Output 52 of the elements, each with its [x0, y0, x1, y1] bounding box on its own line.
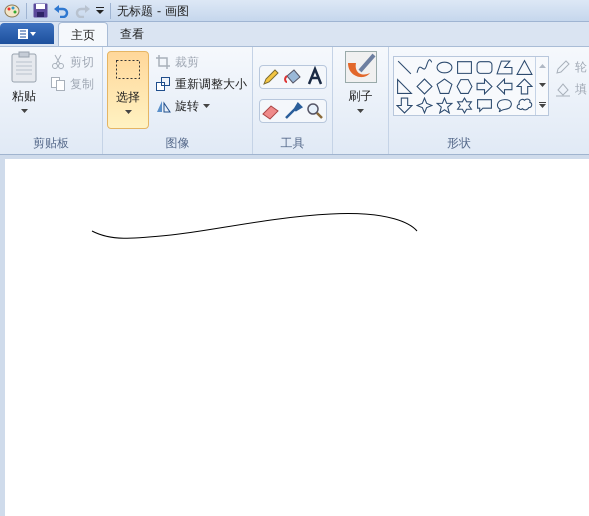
- ribbon-button[interactable]: 旋转: [153, 95, 249, 117]
- triangle-shape-icon[interactable]: [516, 59, 533, 76]
- four-point-star-shape-icon[interactable]: [416, 97, 433, 114]
- five-point-star-shape-icon[interactable]: [436, 97, 453, 114]
- caret-icon: [124, 110, 132, 114]
- window-title: 无标题 - 画图: [117, 2, 189, 20]
- crop-icon: [155, 54, 171, 70]
- caret-icon: [357, 109, 364, 113]
- right-arrow-shape-icon[interactable]: [476, 78, 493, 95]
- ribbon-tab[interactable]: 查看: [108, 22, 156, 46]
- expand-icon[interactable]: [538, 102, 546, 108]
- pencil-icon: [555, 59, 571, 75]
- rounded-rectangle-shape-icon[interactable]: [476, 59, 493, 76]
- file-menu-button[interactable]: [0, 23, 54, 44]
- undo-icon[interactable]: [54, 3, 69, 18]
- down-arrow-shape-icon[interactable]: [396, 97, 413, 114]
- caret-icon: [203, 104, 210, 108]
- copy-icon: [50, 76, 66, 92]
- rectangle-shape-icon[interactable]: [456, 59, 473, 76]
- brush-icon: [344, 51, 376, 83]
- group-label: 工具: [280, 137, 304, 149]
- scroll-down-icon[interactable]: [538, 82, 546, 87]
- group-label: 形状: [447, 137, 471, 149]
- save-icon[interactable]: [33, 3, 48, 18]
- menu-icon: [18, 28, 36, 38]
- polygon-shape-icon[interactable]: [496, 59, 513, 76]
- caret-icon: [20, 109, 28, 113]
- ribbon-button[interactable]: 重新调整大小: [153, 73, 249, 95]
- oval-callout-shape-icon[interactable]: [496, 97, 513, 114]
- hexagon-shape-icon[interactable]: [456, 78, 473, 95]
- select-button[interactable]: 选择: [107, 51, 149, 129]
- resize-icon: [155, 76, 171, 92]
- line-shape-icon[interactable]: [396, 59, 413, 76]
- scissors-icon: [50, 54, 66, 70]
- left-arrow-shape-icon[interactable]: [496, 78, 513, 95]
- ribbon-tab[interactable]: 主页: [58, 22, 108, 46]
- paste-button[interactable]: 粘贴: [4, 51, 44, 132]
- right-triangle-shape-icon[interactable]: [396, 78, 413, 95]
- group-label: 图像: [166, 137, 190, 149]
- palette-icon[interactable]: [4, 2, 20, 18]
- bucket-icon: [555, 81, 571, 97]
- clipboard-icon: [11, 51, 37, 83]
- oval-shape-icon[interactable]: [436, 59, 453, 76]
- dropdown-icon[interactable]: [96, 7, 104, 14]
- curve-shape-icon[interactable]: [416, 59, 433, 76]
- pentagon-shape-icon[interactable]: [436, 78, 453, 95]
- diamond-shape-icon[interactable]: [416, 78, 433, 95]
- up-arrow-shape-icon[interactable]: [516, 78, 533, 95]
- rectangular-callout-shape-icon[interactable]: [476, 97, 493, 114]
- group-label: 剪贴板: [33, 137, 69, 149]
- brushes-button[interactable]: 刷子: [333, 47, 388, 132]
- six-point-star-shape-icon[interactable]: [456, 97, 473, 114]
